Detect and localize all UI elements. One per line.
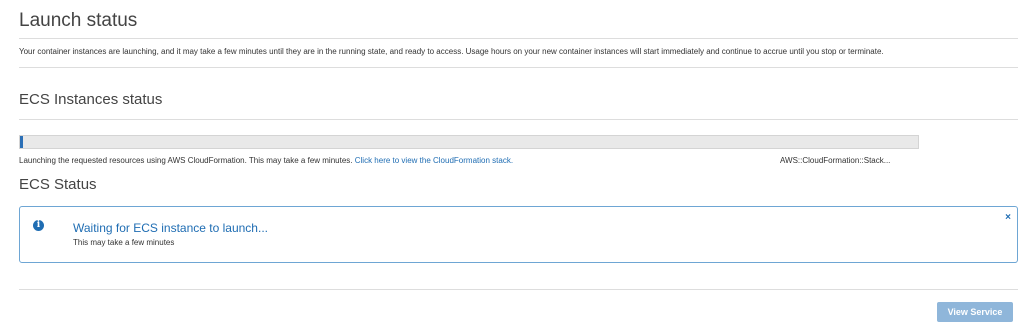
launch-progress-bar <box>19 135 919 149</box>
info-icon: i <box>33 220 44 231</box>
ecs-status-alert: i Waiting for ECS instance to launch... … <box>19 206 1018 263</box>
ecs-instances-heading: ECS Instances status <box>19 91 163 108</box>
launch-progress-fill <box>20 136 23 148</box>
resource-type-label: AWS::CloudFormation::Stack... <box>780 156 891 165</box>
alert-subtitle: This may take a few minutes <box>73 238 175 247</box>
title-divider <box>19 38 1018 39</box>
footer-divider <box>19 289 1018 290</box>
page-title: Launch status <box>19 10 138 31</box>
cloudformation-stack-link[interactable]: Click here to view the CloudFormation st… <box>355 156 513 165</box>
instances-divider <box>19 119 1018 120</box>
close-icon[interactable]: × <box>1005 212 1011 223</box>
launch-intro-text: Your container instances are launching, … <box>19 47 884 56</box>
intro-divider <box>19 67 1018 68</box>
view-service-button[interactable]: View Service <box>937 302 1013 322</box>
cloudformation-status-line: Launching the requested resources using … <box>19 156 513 165</box>
alert-title: Waiting for ECS instance to launch... <box>73 221 268 235</box>
ecs-status-heading: ECS Status <box>19 176 97 193</box>
cloudformation-message: Launching the requested resources using … <box>19 156 353 165</box>
